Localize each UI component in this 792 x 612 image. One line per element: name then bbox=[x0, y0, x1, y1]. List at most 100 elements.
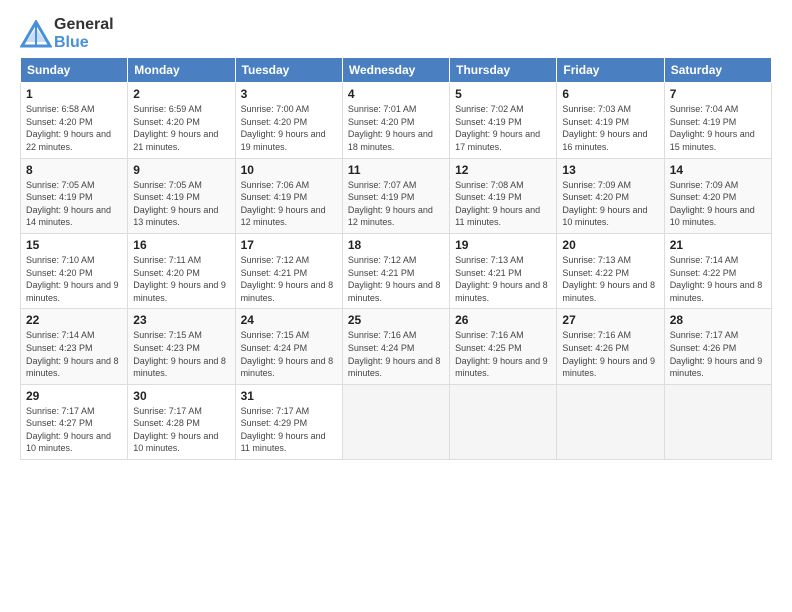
day-number: 1 bbox=[26, 87, 122, 101]
day-info: Sunrise: 7:10 AM Sunset: 4:20 PM Dayligh… bbox=[26, 254, 122, 304]
day-info: Sunrise: 7:17 AM Sunset: 4:28 PM Dayligh… bbox=[133, 405, 229, 455]
table-row: 7 Sunrise: 7:04 AM Sunset: 4:19 PM Dayli… bbox=[664, 83, 771, 158]
logo-line2: Blue bbox=[54, 34, 114, 52]
day-info: Sunrise: 7:06 AM Sunset: 4:19 PM Dayligh… bbox=[241, 179, 337, 229]
day-info: Sunrise: 7:05 AM Sunset: 4:19 PM Dayligh… bbox=[133, 179, 229, 229]
day-number: 7 bbox=[670, 87, 766, 101]
table-row: 2 Sunrise: 6:59 AM Sunset: 4:20 PM Dayli… bbox=[128, 83, 235, 158]
table-row: 8 Sunrise: 7:05 AM Sunset: 4:19 PM Dayli… bbox=[21, 158, 128, 233]
table-row bbox=[450, 384, 557, 459]
table-row: 16 Sunrise: 7:11 AM Sunset: 4:20 PM Dayl… bbox=[128, 233, 235, 308]
table-row: 14 Sunrise: 7:09 AM Sunset: 4:20 PM Dayl… bbox=[664, 158, 771, 233]
day-info: Sunrise: 7:07 AM Sunset: 4:19 PM Dayligh… bbox=[348, 179, 444, 229]
col-monday: Monday bbox=[128, 58, 235, 83]
day-number: 15 bbox=[26, 238, 122, 252]
table-row: 29 Sunrise: 7:17 AM Sunset: 4:27 PM Dayl… bbox=[21, 384, 128, 459]
calendar-table: Sunday Monday Tuesday Wednesday Thursday… bbox=[20, 57, 772, 460]
calendar-week-row: 29 Sunrise: 7:17 AM Sunset: 4:27 PM Dayl… bbox=[21, 384, 772, 459]
day-info: Sunrise: 7:01 AM Sunset: 4:20 PM Dayligh… bbox=[348, 103, 444, 153]
day-number: 17 bbox=[241, 238, 337, 252]
col-wednesday: Wednesday bbox=[342, 58, 449, 83]
day-number: 26 bbox=[455, 313, 551, 327]
day-number: 19 bbox=[455, 238, 551, 252]
table-row: 6 Sunrise: 7:03 AM Sunset: 4:19 PM Dayli… bbox=[557, 83, 664, 158]
table-row: 5 Sunrise: 7:02 AM Sunset: 4:19 PM Dayli… bbox=[450, 83, 557, 158]
day-info: Sunrise: 7:14 AM Sunset: 4:22 PM Dayligh… bbox=[670, 254, 766, 304]
table-row: 26 Sunrise: 7:16 AM Sunset: 4:25 PM Dayl… bbox=[450, 309, 557, 384]
table-row: 13 Sunrise: 7:09 AM Sunset: 4:20 PM Dayl… bbox=[557, 158, 664, 233]
day-number: 27 bbox=[562, 313, 658, 327]
day-info: Sunrise: 7:16 AM Sunset: 4:25 PM Dayligh… bbox=[455, 329, 551, 379]
day-number: 29 bbox=[26, 389, 122, 403]
day-info: Sunrise: 7:16 AM Sunset: 4:24 PM Dayligh… bbox=[348, 329, 444, 379]
logo: General Blue bbox=[20, 16, 114, 51]
table-row bbox=[342, 384, 449, 459]
day-info: Sunrise: 7:11 AM Sunset: 4:20 PM Dayligh… bbox=[133, 254, 229, 304]
calendar-week-row: 15 Sunrise: 7:10 AM Sunset: 4:20 PM Dayl… bbox=[21, 233, 772, 308]
table-row: 9 Sunrise: 7:05 AM Sunset: 4:19 PM Dayli… bbox=[128, 158, 235, 233]
table-row: 18 Sunrise: 7:12 AM Sunset: 4:21 PM Dayl… bbox=[342, 233, 449, 308]
day-info: Sunrise: 7:14 AM Sunset: 4:23 PM Dayligh… bbox=[26, 329, 122, 379]
day-number: 23 bbox=[133, 313, 229, 327]
day-number: 3 bbox=[241, 87, 337, 101]
day-info: Sunrise: 7:17 AM Sunset: 4:26 PM Dayligh… bbox=[670, 329, 766, 379]
table-row: 22 Sunrise: 7:14 AM Sunset: 4:23 PM Dayl… bbox=[21, 309, 128, 384]
calendar-page: General Blue Sunday Monday Tuesday Wedne… bbox=[0, 0, 792, 612]
day-info: Sunrise: 7:03 AM Sunset: 4:19 PM Dayligh… bbox=[562, 103, 658, 153]
day-number: 10 bbox=[241, 163, 337, 177]
table-row bbox=[557, 384, 664, 459]
table-row: 28 Sunrise: 7:17 AM Sunset: 4:26 PM Dayl… bbox=[664, 309, 771, 384]
day-number: 9 bbox=[133, 163, 229, 177]
table-row: 4 Sunrise: 7:01 AM Sunset: 4:20 PM Dayli… bbox=[342, 83, 449, 158]
day-number: 18 bbox=[348, 238, 444, 252]
col-saturday: Saturday bbox=[664, 58, 771, 83]
table-row: 1 Sunrise: 6:58 AM Sunset: 4:20 PM Dayli… bbox=[21, 83, 128, 158]
day-number: 4 bbox=[348, 87, 444, 101]
calendar-week-row: 8 Sunrise: 7:05 AM Sunset: 4:19 PM Dayli… bbox=[21, 158, 772, 233]
day-number: 5 bbox=[455, 87, 551, 101]
day-info: Sunrise: 7:15 AM Sunset: 4:24 PM Dayligh… bbox=[241, 329, 337, 379]
day-info: Sunrise: 7:05 AM Sunset: 4:19 PM Dayligh… bbox=[26, 179, 122, 229]
day-number: 21 bbox=[670, 238, 766, 252]
table-row: 17 Sunrise: 7:12 AM Sunset: 4:21 PM Dayl… bbox=[235, 233, 342, 308]
day-number: 11 bbox=[348, 163, 444, 177]
table-row: 31 Sunrise: 7:17 AM Sunset: 4:29 PM Dayl… bbox=[235, 384, 342, 459]
logo-line1: General bbox=[54, 16, 114, 34]
day-number: 16 bbox=[133, 238, 229, 252]
calendar-header-row: Sunday Monday Tuesday Wednesday Thursday… bbox=[21, 58, 772, 83]
day-number: 25 bbox=[348, 313, 444, 327]
day-number: 28 bbox=[670, 313, 766, 327]
day-number: 8 bbox=[26, 163, 122, 177]
table-row: 19 Sunrise: 7:13 AM Sunset: 4:21 PM Dayl… bbox=[450, 233, 557, 308]
day-number: 6 bbox=[562, 87, 658, 101]
day-number: 2 bbox=[133, 87, 229, 101]
table-row: 21 Sunrise: 7:14 AM Sunset: 4:22 PM Dayl… bbox=[664, 233, 771, 308]
day-number: 20 bbox=[562, 238, 658, 252]
col-thursday: Thursday bbox=[450, 58, 557, 83]
table-row: 3 Sunrise: 7:00 AM Sunset: 4:20 PM Dayli… bbox=[235, 83, 342, 158]
table-row: 20 Sunrise: 7:13 AM Sunset: 4:22 PM Dayl… bbox=[557, 233, 664, 308]
logo-icon bbox=[20, 20, 52, 48]
day-number: 12 bbox=[455, 163, 551, 177]
day-number: 24 bbox=[241, 313, 337, 327]
day-info: Sunrise: 6:58 AM Sunset: 4:20 PM Dayligh… bbox=[26, 103, 122, 153]
col-sunday: Sunday bbox=[21, 58, 128, 83]
day-info: Sunrise: 7:08 AM Sunset: 4:19 PM Dayligh… bbox=[455, 179, 551, 229]
calendar-week-row: 1 Sunrise: 6:58 AM Sunset: 4:20 PM Dayli… bbox=[21, 83, 772, 158]
table-row bbox=[664, 384, 771, 459]
table-row: 11 Sunrise: 7:07 AM Sunset: 4:19 PM Dayl… bbox=[342, 158, 449, 233]
day-info: Sunrise: 7:00 AM Sunset: 4:20 PM Dayligh… bbox=[241, 103, 337, 153]
table-row: 23 Sunrise: 7:15 AM Sunset: 4:23 PM Dayl… bbox=[128, 309, 235, 384]
day-info: Sunrise: 7:13 AM Sunset: 4:21 PM Dayligh… bbox=[455, 254, 551, 304]
table-row: 24 Sunrise: 7:15 AM Sunset: 4:24 PM Dayl… bbox=[235, 309, 342, 384]
table-row: 12 Sunrise: 7:08 AM Sunset: 4:19 PM Dayl… bbox=[450, 158, 557, 233]
day-number: 30 bbox=[133, 389, 229, 403]
day-number: 13 bbox=[562, 163, 658, 177]
day-info: Sunrise: 7:12 AM Sunset: 4:21 PM Dayligh… bbox=[348, 254, 444, 304]
day-info: Sunrise: 6:59 AM Sunset: 4:20 PM Dayligh… bbox=[133, 103, 229, 153]
day-info: Sunrise: 7:09 AM Sunset: 4:20 PM Dayligh… bbox=[670, 179, 766, 229]
col-friday: Friday bbox=[557, 58, 664, 83]
day-info: Sunrise: 7:17 AM Sunset: 4:29 PM Dayligh… bbox=[241, 405, 337, 455]
table-row: 25 Sunrise: 7:16 AM Sunset: 4:24 PM Dayl… bbox=[342, 309, 449, 384]
day-number: 22 bbox=[26, 313, 122, 327]
